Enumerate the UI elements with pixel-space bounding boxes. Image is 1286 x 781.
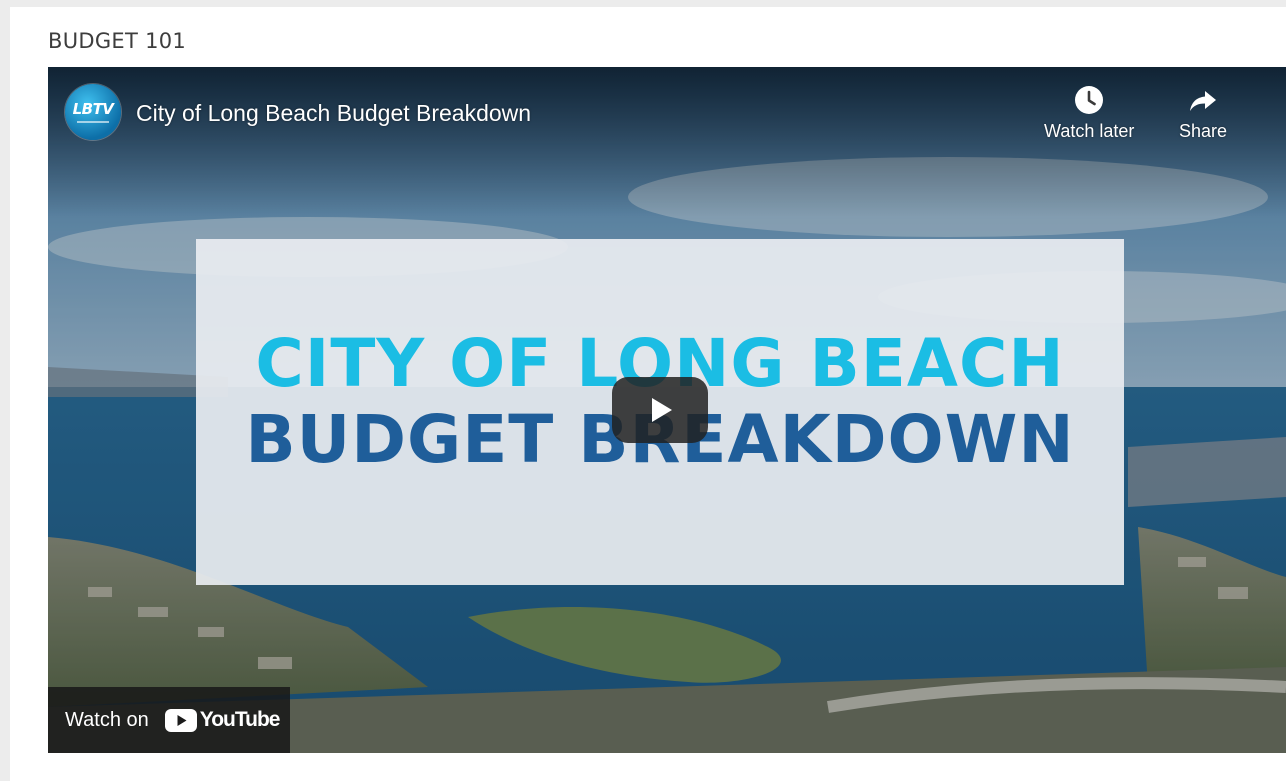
watch-later-button[interactable]: Watch later: [1044, 85, 1134, 142]
watch-later-label: Watch later: [1044, 121, 1135, 141]
share-label: Share: [1179, 121, 1228, 141]
video-title-link[interactable]: City of Long Beach Budget Breakdown: [136, 100, 531, 127]
youtube-logo: YouTube: [164, 708, 281, 732]
channel-logo-underline: [77, 120, 109, 123]
play-icon: [652, 398, 672, 422]
youtube-embed-player[interactable]: LBTV City of Long Beach Budget Breakdown…: [48, 67, 1286, 753]
page-panel: BUDGET 101 LBTV City of Long Beach Budge…: [10, 7, 1286, 781]
channel-avatar[interactable]: LBTV: [65, 84, 121, 140]
share-button[interactable]: Share: [1179, 85, 1227, 142]
section-heading: BUDGET 101: [48, 29, 187, 53]
play-button[interactable]: [612, 377, 708, 443]
youtube-wordmark: YouTube: [199, 708, 281, 731]
channel-logo-text: LBTV: [72, 99, 114, 118]
clock-icon: [1075, 86, 1104, 114]
watch-on-youtube-button[interactable]: Watch on YouTube: [48, 687, 290, 753]
share-arrow-icon: [1190, 91, 1217, 111]
watch-on-label: Watch on: [65, 708, 149, 731]
youtube-logo-icon: [164, 708, 197, 732]
